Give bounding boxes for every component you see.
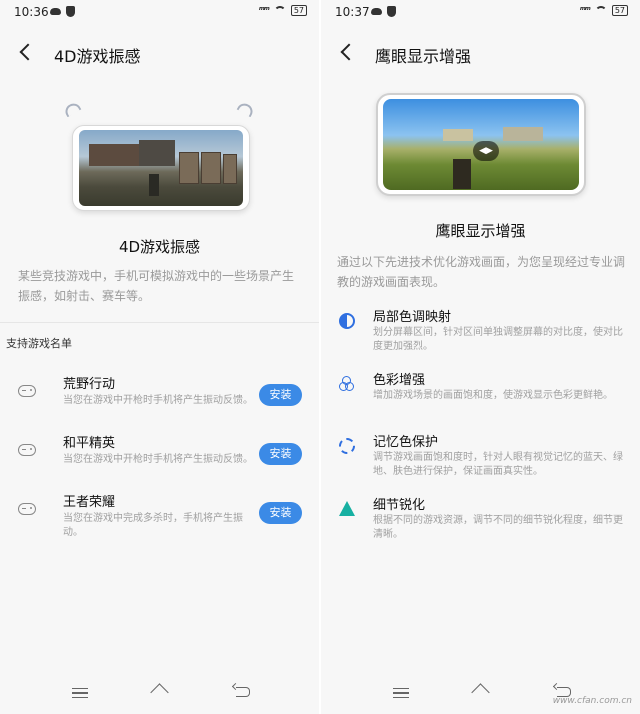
phone-illustration bbox=[72, 125, 250, 211]
page-title: 4D游戏振感 bbox=[54, 47, 141, 66]
header: 鹰眼显示增强 bbox=[321, 38, 640, 72]
triangle-icon bbox=[339, 501, 355, 516]
half-circle-icon bbox=[339, 313, 355, 329]
dropper-icon bbox=[339, 438, 355, 454]
game-description: 当您在游戏中开枪时手机将产生振动反馈。 bbox=[63, 395, 253, 406]
page-title: 鹰眼显示增强 bbox=[375, 47, 472, 66]
gamepad-icon bbox=[18, 444, 36, 456]
list-item: 王者荣耀 当您在游戏中完成多杀时，手机将产生振动。 安装 bbox=[0, 491, 319, 541]
install-button[interactable]: 安装 bbox=[259, 443, 302, 465]
divider bbox=[0, 322, 319, 323]
watermark: www.cfan.com.cn bbox=[552, 696, 632, 706]
shield-icon bbox=[66, 6, 75, 17]
back-arrow-icon[interactable] bbox=[340, 43, 358, 61]
signal-icon: ᵐᵐ bbox=[579, 5, 591, 16]
signal-icon: ᵐᵐ bbox=[258, 5, 270, 16]
status-time: 10:36 bbox=[14, 5, 49, 19]
game-screenshot bbox=[79, 130, 243, 206]
feature-name: 局部色调映射 bbox=[373, 310, 452, 325]
feature-item: 细节锐化 根据不同的游戏资源，调节不同的细节锐化程度，细节更清晰。 bbox=[321, 494, 640, 554]
feature-item: 色彩增强 增加游戏场景的画面饱和度，使游戏显示色彩更鲜艳。 bbox=[321, 369, 640, 429]
feature-desc: 调节游戏画面饱和度时，针对人眼有视觉记忆的蓝天、绿地、肤色进行保护，保证画面真实… bbox=[373, 452, 623, 477]
back-icon[interactable] bbox=[236, 687, 250, 697]
game-name: 王者荣耀 bbox=[63, 495, 116, 510]
back-arrow-icon[interactable] bbox=[19, 43, 37, 61]
cloud-icon bbox=[50, 8, 61, 15]
cloud-icon bbox=[371, 8, 382, 15]
vibration-wave-icon bbox=[236, 100, 256, 118]
wifi-icon bbox=[273, 6, 286, 15]
home-icon[interactable] bbox=[471, 686, 491, 698]
gamepad-icon bbox=[18, 385, 36, 397]
feature-desc: 根据不同的游戏资源，调节不同的细节锐化程度，细节更清晰。 bbox=[373, 515, 623, 540]
game-description: 当您在游戏中开枪时手机将产生振动反馈。 bbox=[63, 454, 253, 465]
home-icon[interactable] bbox=[150, 686, 170, 698]
status-bar: 10:37 ᵐᵐ 57 bbox=[321, 0, 640, 26]
vibration-wave-icon bbox=[62, 100, 82, 118]
battery-icon: 57 bbox=[290, 5, 307, 16]
install-button[interactable]: 安装 bbox=[259, 502, 302, 524]
feature-name: 细节锐化 bbox=[373, 498, 426, 513]
feature-name: 色彩增强 bbox=[373, 373, 426, 388]
game-name: 和平精英 bbox=[63, 436, 116, 451]
feature-item: 记忆色保护 调节游戏画面饱和度时，针对人眼有视觉记忆的蓝天、绿地、肤色进行保护，… bbox=[321, 431, 640, 491]
feature-title: 4D游戏振感 bbox=[118, 238, 201, 256]
game-description: 当您在游戏中完成多杀时，手机将产生振动。 bbox=[63, 513, 243, 538]
feature-description: 某些竞技游戏中，手机可模拟游戏中的一些场景产生振感，如射击、赛车等。 bbox=[18, 269, 295, 303]
color-circles-icon bbox=[339, 376, 355, 392]
feature-item: 局部色调映射 划分屏幕区间，针对区间单独调整屏幕的对比度，使对比度更加强烈。 bbox=[321, 306, 640, 366]
section-label: 支持游戏名单 bbox=[6, 337, 72, 350]
feature-description: 通过以下先进技术优化游戏画面，为您呈现经过专业调教的游戏画面表现。 bbox=[337, 255, 626, 289]
wifi-icon bbox=[594, 6, 607, 15]
gamepad-icon bbox=[18, 503, 36, 515]
vibration-settings-screen: 10:36 ᵐᵐ 57 4D游戏振感 4D游戏振感 某些竞技游戏中，手机可模拟游… bbox=[0, 0, 319, 714]
phone-illustration: ◀▶ bbox=[376, 93, 586, 196]
feature-name: 记忆色保护 bbox=[373, 435, 439, 450]
game-screenshot: ◀▶ bbox=[383, 99, 579, 190]
slider-handle-icon: ◀▶ bbox=[473, 141, 499, 161]
status-time: 10:37 bbox=[335, 5, 370, 19]
battery-icon: 57 bbox=[611, 5, 628, 16]
menu-icon[interactable] bbox=[72, 688, 88, 698]
feature-title: 鹰眼显示增强 bbox=[435, 222, 526, 240]
install-button[interactable]: 安装 bbox=[259, 384, 302, 406]
navigation-bar bbox=[0, 680, 319, 710]
menu-icon[interactable] bbox=[393, 688, 409, 698]
shield-icon bbox=[387, 6, 396, 17]
header: 4D游戏振感 bbox=[0, 38, 319, 72]
list-item: 荒野行动 当您在游戏中开枪时手机将产生振动反馈。 安装 bbox=[0, 373, 319, 423]
game-name: 荒野行动 bbox=[63, 377, 116, 392]
eagle-eye-display-screen: 10:37 ᵐᵐ 57 鹰眼显示增强 ◀▶ 鹰眼显示增强 通过以下先进技术优化游… bbox=[321, 0, 640, 714]
feature-desc: 划分屏幕区间，针对区间单独调整屏幕的对比度，使对比度更加强烈。 bbox=[373, 327, 623, 352]
status-bar: 10:36 ᵐᵐ 57 bbox=[0, 0, 319, 26]
feature-desc: 增加游戏场景的画面饱和度，使游戏显示色彩更鲜艳。 bbox=[373, 390, 613, 401]
list-item: 和平精英 当您在游戏中开枪时手机将产生振动反馈。 安装 bbox=[0, 432, 319, 482]
